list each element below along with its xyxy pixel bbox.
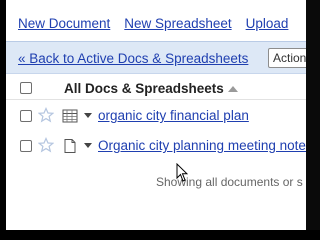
top-links: New Document New Spreadsheet Upload [18,16,288,36]
upload-link[interactable]: Upload [246,16,289,36]
spreadsheet-icon [62,109,78,123]
select-all-checkbox[interactable] [20,82,32,94]
doc-row[interactable]: organic city financial plan [6,104,306,130]
doc-title-link[interactable]: organic city financial plan [98,108,249,123]
new-spreadsheet-link[interactable]: New Spreadsheet [124,16,231,36]
docs-window: New Document New Spreadsheet Upload « Ba… [6,0,306,232]
row-checkbox[interactable] [20,110,32,122]
back-to-active-link[interactable]: « Back to Active Docs & Spreadsheets [18,51,248,66]
new-document-link[interactable]: New Document [18,16,110,36]
doc-row[interactable]: Organic city planning meeting notes [6,134,306,160]
list-title: All Docs & Spreadsheets [64,81,224,96]
screen-edge-right [306,0,320,232]
actions-button[interactable]: Actions [268,48,306,68]
list-header: All Docs & Spreadsheets [6,76,306,100]
document-icon [64,139,76,153]
row-checkbox[interactable] [20,140,32,152]
doc-title-link[interactable]: Organic city planning meeting notes [98,138,306,153]
star-icon[interactable] [38,137,54,153]
sort-up-icon[interactable] [228,86,238,92]
star-icon[interactable] [38,107,54,123]
row-menu-dropdown-icon[interactable] [84,113,92,118]
screen-edge-bottom [0,230,320,240]
nav-bar: « Back to Active Docs & Spreadsheets Act… [6,41,306,74]
row-menu-dropdown-icon[interactable] [84,143,92,148]
mouse-cursor-icon [176,163,188,182]
